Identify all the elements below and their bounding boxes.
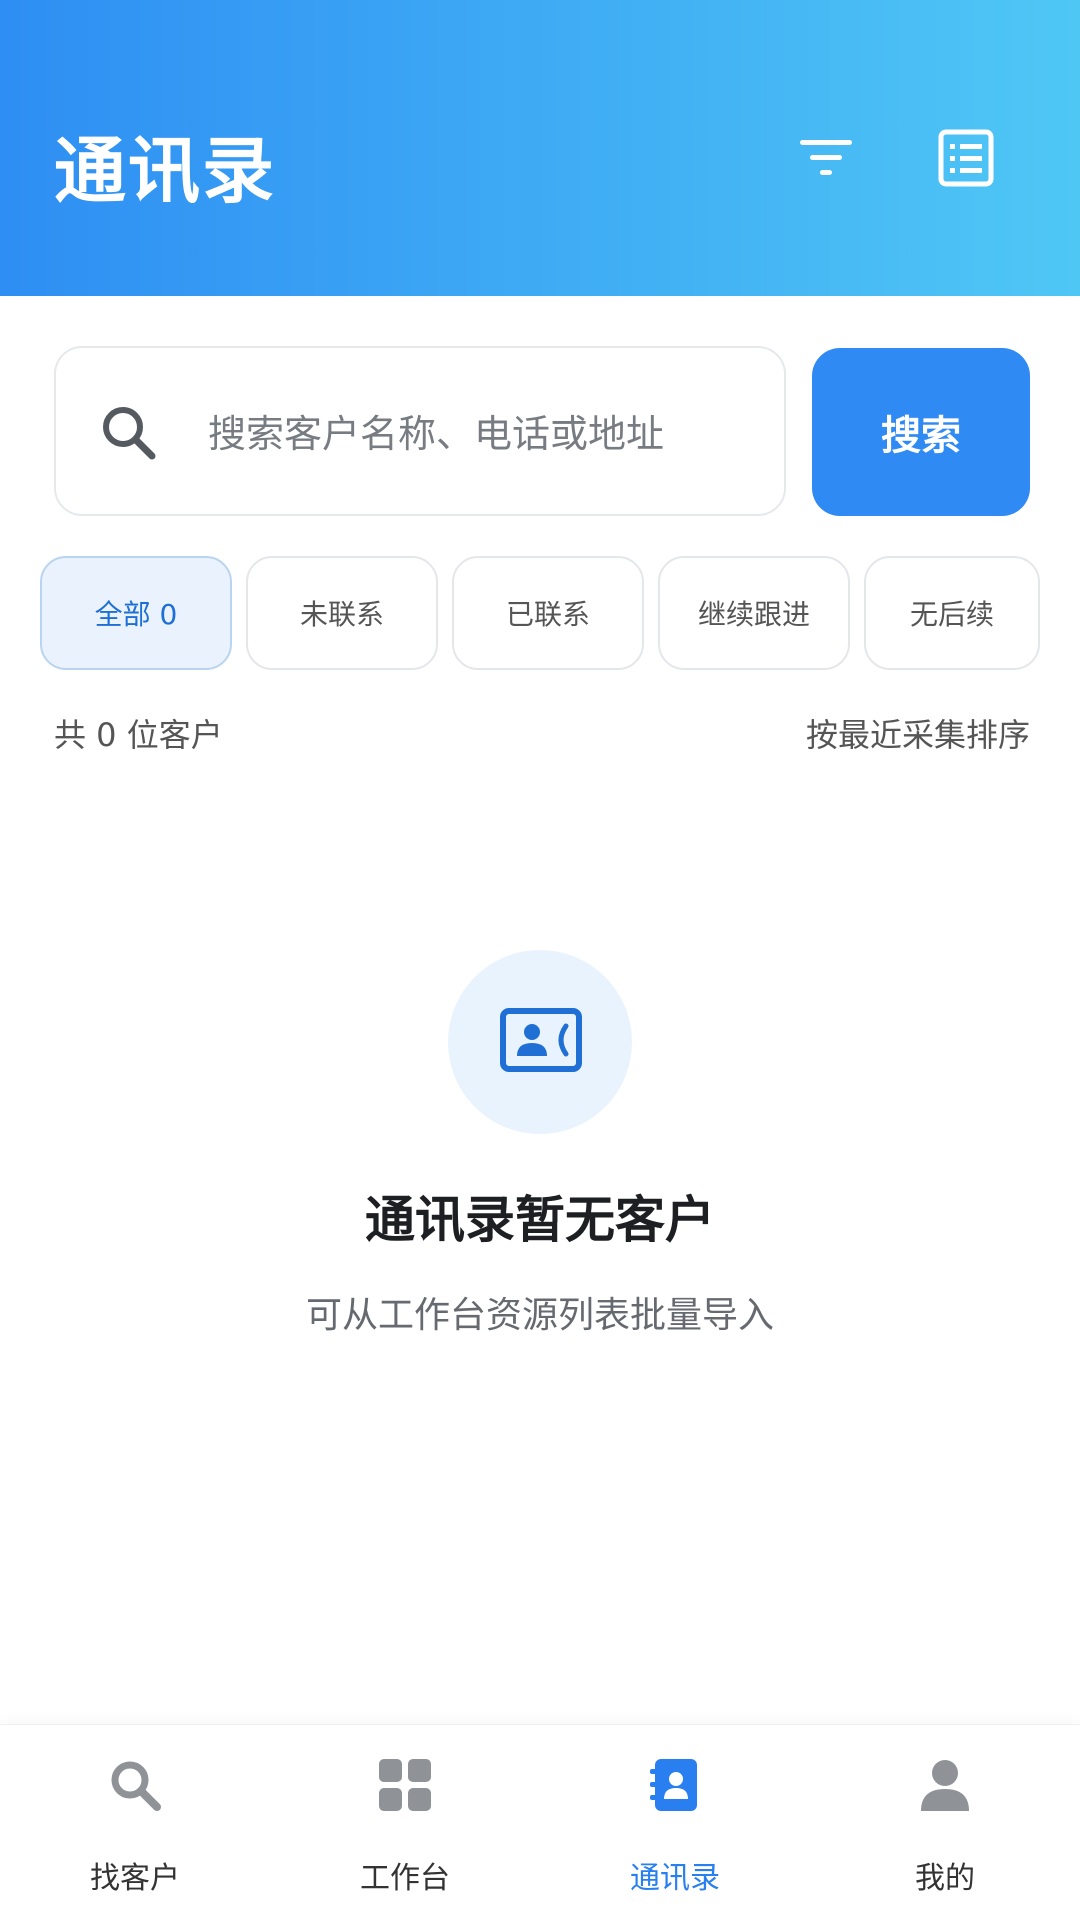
- app-header: 通讯录: [0, 0, 1080, 296]
- status-tabs: 全部 0 未联系 已联系 继续跟进 无后续: [40, 556, 1040, 672]
- filter-icon[interactable]: [796, 128, 856, 188]
- nav-label: 我的: [915, 1861, 975, 1896]
- nav-label: 找客户: [90, 1861, 180, 1896]
- empty-state-title: 通讯录暂无客户: [365, 1191, 715, 1249]
- nav-item-contacts[interactable]: 通讯录: [540, 1725, 810, 1921]
- tab-contacted[interactable]: 已联系: [452, 556, 644, 670]
- nav-item-me[interactable]: 我的: [810, 1725, 1080, 1921]
- empty-state-badge: [448, 950, 632, 1134]
- tab-all[interactable]: 全部 0: [40, 556, 232, 670]
- search-icon: [111, 1761, 161, 1811]
- tab-no-follow-up[interactable]: 无后续: [864, 556, 1040, 670]
- nav-item-find-customers[interactable]: 找客户: [0, 1725, 270, 1921]
- search-icon: [103, 407, 156, 460]
- contact-card-icon: [500, 1008, 582, 1072]
- tab-not-contacted[interactable]: 未联系: [246, 556, 438, 670]
- list-icon[interactable]: [936, 128, 996, 188]
- empty-state-subtitle: 可从工作台资源列表批量导入: [305, 1295, 774, 1336]
- search-input[interactable]: [206, 388, 770, 480]
- nav-label: 工作台: [360, 1861, 450, 1896]
- tab-follow-up[interactable]: 继续跟进: [658, 556, 850, 670]
- user-icon: [921, 1760, 969, 1811]
- nav-label: 通讯录: [630, 1861, 720, 1896]
- bottom-nav: 找客户 工作台 通讯录 我的: [0, 1724, 1080, 1921]
- nav-item-workbench[interactable]: 工作台: [270, 1725, 540, 1921]
- grid-icon: [379, 1759, 431, 1811]
- contacts-book-icon: [650, 1759, 697, 1811]
- page-title: 通讯录: [54, 129, 277, 213]
- search-box[interactable]: [54, 346, 786, 516]
- search-button[interactable]: 搜索: [812, 348, 1030, 516]
- sort-selector[interactable]: 按最近采集排序: [806, 710, 1030, 756]
- customer-count: 共 0 位客户: [54, 716, 223, 754]
